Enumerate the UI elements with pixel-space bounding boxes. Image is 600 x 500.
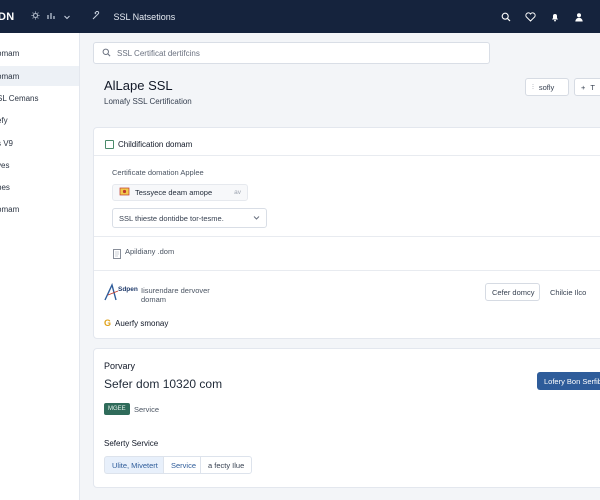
user-icon[interactable]: [574, 12, 584, 22]
sidebar-item-safety[interactable]: efy: [0, 110, 79, 130]
tools-icon[interactable]: [91, 10, 101, 23]
search-icon: [102, 48, 117, 59]
filter-icon: ⫶: [532, 82, 534, 91]
choose-button[interactable]: Chilcie Ilco: [543, 283, 600, 301]
sidebar-item-types[interactable]: pes: [0, 177, 79, 197]
chevron-down-icon: [253, 214, 260, 223]
settings-icon[interactable]: [30, 11, 40, 22]
page-title: AlLape SSL: [104, 78, 173, 93]
divider: [94, 270, 600, 271]
top-bar: DN SSL Natsetions: [0, 0, 600, 33]
segment-2[interactable]: Service: [163, 456, 205, 474]
page-subtitle: Lomafy SSL Certification: [104, 97, 192, 106]
app-title: SSL Natsetions: [113, 11, 176, 22]
provider-line1: Iisurendare dervover: [141, 286, 210, 295]
search-input[interactable]: SSL Certificat dertifcins: [93, 42, 490, 64]
sidebar-item-v9[interactable]: s V9: [0, 133, 79, 153]
certificate-icon: [119, 186, 130, 199]
section-label: Certificate domation Applee: [112, 168, 204, 177]
sidebar-item-waves[interactable]: ves: [0, 155, 79, 175]
segment-1[interactable]: Ulite, Mivetert: [104, 456, 166, 474]
primary-button[interactable]: Lofery Bon Serfibe: [537, 372, 600, 390]
summary-value: Sefer dom 10320 com: [104, 377, 223, 391]
ssl-select[interactable]: SSL thieste dontidbe tor-tesme.: [112, 208, 267, 228]
divider: [94, 155, 600, 156]
sofy-button[interactable]: ⫶ sofly: [525, 78, 569, 96]
heart-icon[interactable]: [525, 11, 536, 22]
card-heading: Childification domam: [118, 140, 193, 149]
sidebar-item-domain-2[interactable]: omam: [0, 199, 79, 219]
summary-heading: Porvary: [104, 361, 136, 371]
sidebar-item-domain[interactable]: omam: [0, 43, 79, 63]
brand-logo[interactable]: DN: [0, 11, 15, 23]
domain-chip[interactable]: Tessyece deam amope av: [112, 184, 248, 201]
sidebar: omam omam SL Cemans efy s V9 ves pes oma…: [0, 33, 80, 500]
provider-logo-text: Sdpen: [118, 286, 138, 293]
badge-label: Service: [134, 405, 160, 414]
google-icon: G: [104, 318, 112, 328]
sidebar-item-domain-active[interactable]: omam: [0, 66, 79, 86]
plus-icon: +: [581, 82, 586, 92]
footer-label: Auerfy smonay: [115, 319, 169, 328]
file-icon: [113, 246, 121, 264]
divider: [94, 236, 600, 237]
section-heading: Seferty Service: [104, 439, 159, 448]
checkbox-icon[interactable]: [105, 140, 114, 149]
certification-card: [93, 127, 600, 339]
sidebar-item-ssl-domains[interactable]: SL Cemans: [0, 88, 79, 108]
checkbox-label: Apildiany .dom: [125, 247, 175, 256]
status-badge: MGEE: [104, 403, 130, 415]
chart-icon[interactable]: [46, 11, 57, 22]
bell-icon[interactable]: [550, 12, 560, 22]
add-button[interactable]: + T: [574, 78, 600, 96]
segment-3[interactable]: a fecty Ilue: [200, 456, 253, 474]
provider-line2: domam: [141, 295, 167, 304]
defer-button[interactable]: Cefer domcy: [485, 283, 540, 301]
search-placeholder: SSL Certificat dertifcins: [117, 48, 200, 58]
search-icon[interactable]: [501, 12, 511, 22]
chevron-down-icon[interactable]: [63, 12, 70, 22]
